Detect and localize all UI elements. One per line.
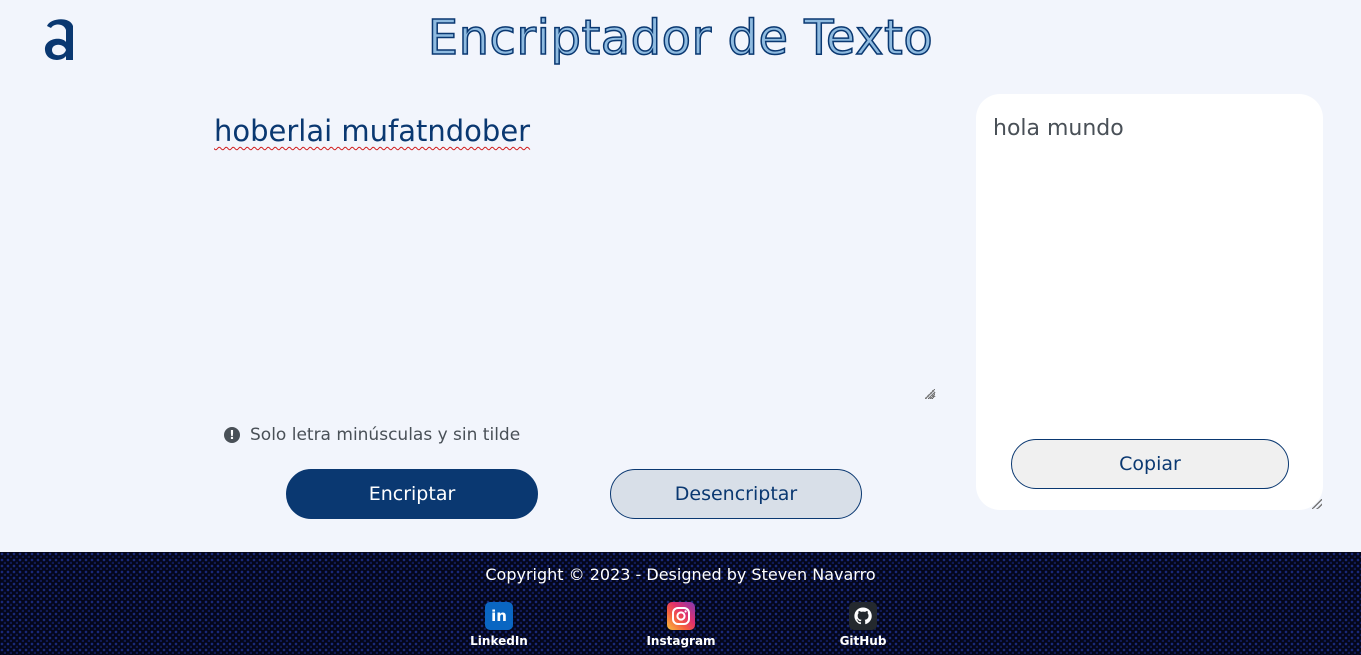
output-panel[interactable]: hola mundo Copiar: [976, 94, 1323, 510]
decrypt-button[interactable]: Desencriptar: [610, 469, 862, 519]
github-icon: [849, 602, 877, 630]
linkedin-icon: in: [485, 602, 513, 630]
text-input-resize-handle[interactable]: [925, 389, 935, 399]
exclamation-circle-icon: !: [224, 427, 240, 443]
page-title: Encriptador de Texto: [427, 9, 934, 67]
output-result-text: hola mundo: [993, 116, 1124, 141]
instagram-icon: [667, 602, 695, 630]
footer-copyright: Copyright © 2023 - Designed by Steven Na…: [485, 565, 876, 584]
copy-button[interactable]: Copiar: [1011, 439, 1289, 489]
input-hint-text: Solo letra minúsculas y sin tilde: [250, 425, 521, 445]
input-hint: ! Solo letra minúsculas y sin tilde: [224, 424, 520, 446]
text-input[interactable]: hoberlai mufatndober: [204, 104, 936, 400]
encrypt-button[interactable]: Encriptar: [286, 469, 538, 519]
footer-link-instagram[interactable]: Instagram: [636, 602, 726, 648]
footer-link-label: LinkedIn: [470, 634, 528, 648]
footer-link-linkedin[interactable]: in LinkedIn: [454, 602, 544, 648]
text-input-value: hoberlai mufatndober: [214, 114, 531, 148]
output-resize-handle[interactable]: [1312, 499, 1322, 509]
footer-link-label: Instagram: [646, 634, 716, 648]
footer-link-github[interactable]: GitHub: [818, 602, 908, 648]
footer: Copyright © 2023 - Designed by Steven Na…: [0, 552, 1361, 655]
footer-link-label: GitHub: [839, 634, 887, 648]
